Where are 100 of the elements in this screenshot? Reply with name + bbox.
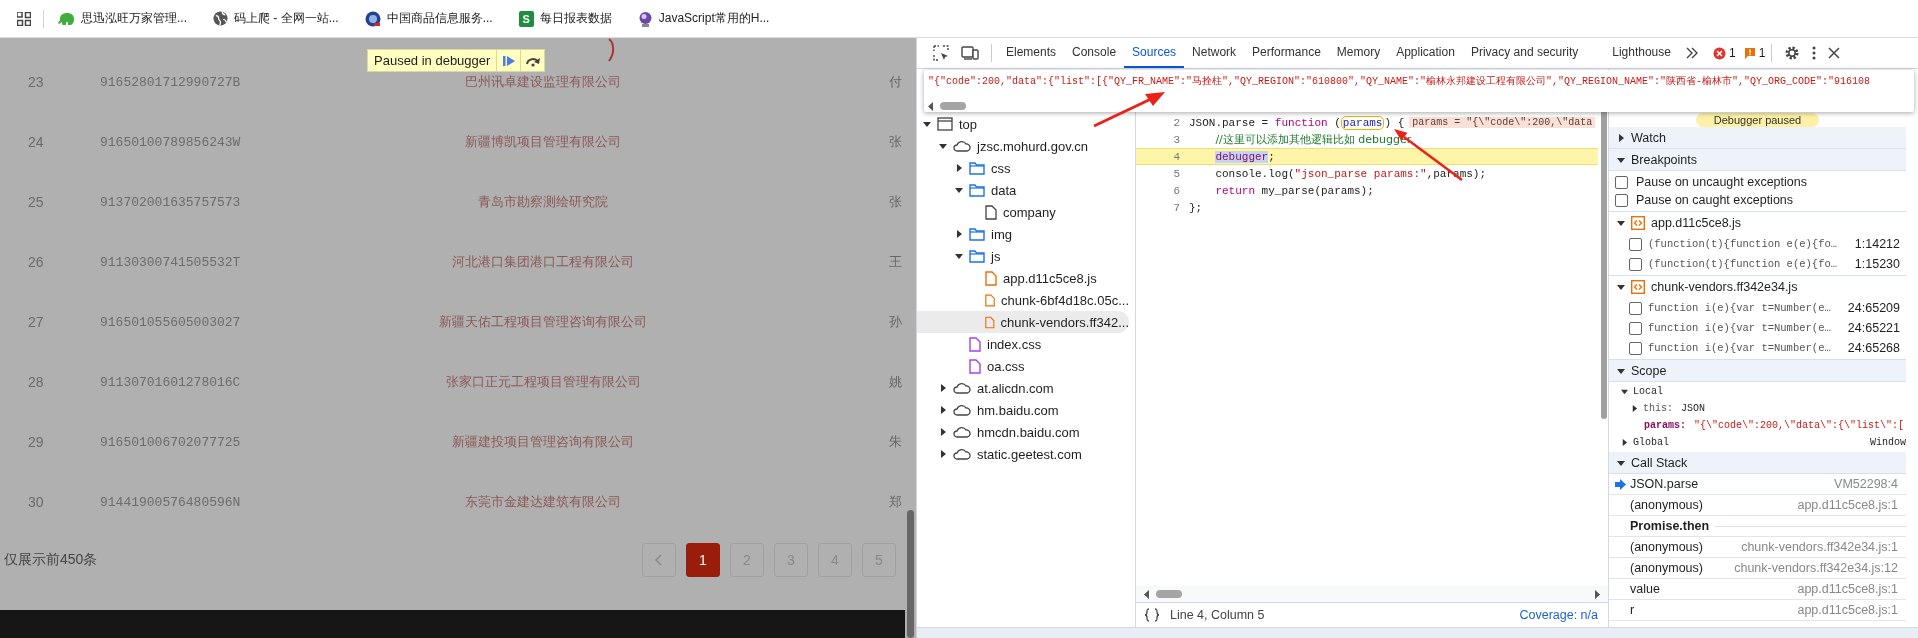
call-frame[interactable]: JSON.parse VM52298:4 — [1609, 474, 1906, 495]
disclosure-triangle-icon[interactable] — [939, 142, 947, 150]
bookmark[interactable]: 思迅泓旺万家管理... — [58, 10, 187, 27]
scroll-right-icon[interactable] — [1594, 589, 1600, 599]
section-header[interactable]: Watch — [1609, 127, 1906, 149]
disclosure-triangle-icon[interactable] — [923, 120, 931, 128]
file-tree-item[interactable]: chunk-vendors.ff342... — [917, 311, 1129, 333]
disclosure-triangle-icon[interactable] — [1617, 155, 1625, 164]
panel-tab[interactable]: Memory — [1328, 38, 1389, 68]
call-frame[interactable]: (anonymous) chunk-vendors.ff342e34.js:1 — [1609, 537, 1906, 558]
disclosure-triangle-icon[interactable] — [1617, 458, 1625, 467]
table-cell-text: 孙 — [888, 313, 902, 331]
disclosure-triangle-icon[interactable] — [939, 450, 947, 458]
panel-tab[interactable]: Elements — [998, 38, 1065, 68]
sheet-icon: S — [518, 10, 534, 27]
credit-code: 913702001635757573 — [99, 194, 242, 210]
file-tree-item[interactable]: css — [917, 157, 1129, 179]
file-tree-item[interactable]: js — [917, 245, 1129, 267]
code-token: my_parse(params); — [1260, 184, 1374, 197]
checkbox[interactable] — [1629, 301, 1642, 315]
code-token: debugger — [1215, 150, 1269, 163]
section-header[interactable]: Scope — [1609, 360, 1906, 382]
bookmark[interactable]: 中国商品信息服务... — [364, 10, 493, 27]
error-count[interactable]: 1 — [1712, 46, 1736, 60]
disclosure-triangle-icon[interactable] — [955, 164, 963, 172]
bookmark[interactable]: JavaScript常用的H... — [637, 10, 770, 27]
disclosure-triangle-icon[interactable] — [939, 406, 947, 414]
row-number: 30 — [28, 494, 45, 510]
apps-grid-icon[interactable] — [17, 11, 31, 26]
checkbox[interactable] — [1629, 257, 1642, 271]
file-tree-item[interactable]: app.d11c5ce8.js — [917, 267, 1129, 289]
file-tree-item[interactable]: data — [917, 179, 1129, 201]
file-tree-item[interactable]: oa.css — [917, 355, 1129, 377]
disclosure-triangle-icon[interactable] — [1621, 439, 1628, 446]
more-tabs-icon[interactable] — [1684, 47, 1699, 59]
scrollbar-thumb[interactable] — [1156, 590, 1182, 598]
file-tree-item[interactable]: chunk-6bf4d18c.05c... — [917, 289, 1129, 311]
checkbox[interactable] — [1629, 237, 1642, 251]
scrollbar[interactable] — [1136, 586, 1608, 602]
scroll-left-icon[interactable] — [1144, 589, 1150, 599]
disclosure-triangle-icon[interactable] — [939, 428, 947, 436]
more-options-icon[interactable] — [1812, 46, 1817, 60]
scroll-left-icon[interactable] — [928, 101, 934, 111]
warning-count[interactable]: 1 — [1743, 46, 1766, 60]
section-header[interactable]: Breakpoints — [1609, 149, 1906, 171]
checkbox[interactable] — [1629, 321, 1642, 335]
section-header[interactable]: Call Stack — [1609, 452, 1906, 474]
disclosure-triangle-icon[interactable] — [1617, 283, 1625, 291]
panel-tab[interactable]: Privacy and security — [1462, 38, 1587, 68]
file-tree-item[interactable]: hm.baidu.com — [917, 399, 1129, 421]
file-tree-item[interactable]: hmcdn.baidu.com — [917, 421, 1129, 443]
row-number: 27 — [28, 314, 45, 330]
line-number: 7 — [1172, 201, 1181, 214]
disclosure-triangle-icon[interactable] — [1617, 219, 1625, 227]
tree-label: chunk-vendors.ff342... — [1000, 314, 1129, 330]
page-button[interactable]: 1 — [686, 543, 720, 577]
close-icon[interactable] — [1828, 47, 1841, 59]
file-tree-item[interactable]: company — [917, 201, 1129, 223]
disclosure-triangle-icon[interactable] — [1617, 133, 1625, 142]
file-tree-item[interactable]: at.alicdn.com — [917, 377, 1129, 399]
coverage-link[interactable]: Coverage: n/a — [1519, 608, 1598, 622]
settings-icon[interactable] — [1784, 45, 1801, 61]
checkbox[interactable] — [1615, 175, 1628, 189]
pretty-print-icon[interactable] — [1144, 608, 1160, 622]
panel-tab[interactable]: Performance — [1244, 38, 1329, 68]
file-tree-item[interactable]: static.geetest.com — [917, 443, 1129, 465]
breakpoint-location: 1:15230 — [1854, 257, 1900, 271]
code-file-icon — [1631, 216, 1645, 230]
checkbox[interactable] — [1629, 341, 1642, 355]
breakpoint-code: function i(e){var t=Number(e… — [1648, 322, 1831, 334]
disclosure-triangle-icon[interactable] — [939, 384, 947, 392]
disclosure-triangle-icon[interactable] — [955, 186, 963, 194]
disclosure-triangle-icon[interactable] — [1621, 388, 1628, 395]
device-toolbar-icon[interactable] — [961, 45, 979, 61]
file-tree-item[interactable]: jzsc.mohurd.gov.cn — [917, 135, 1129, 157]
panel-tab[interactable]: Console — [1064, 38, 1125, 68]
file-tree-item[interactable]: index.css — [917, 333, 1129, 355]
call-frame[interactable]: r app.d11c5ce8.js:1 — [1609, 600, 1906, 621]
checkbox[interactable] — [1615, 193, 1628, 207]
scrollbar-thumb[interactable] — [940, 102, 966, 110]
panel-tab[interactable]: Application — [1388, 38, 1463, 68]
breakpoint-code: function i(e){var t=Number(e… — [1648, 302, 1831, 314]
disclosure-triangle-icon[interactable] — [955, 252, 963, 260]
inspect-icon[interactable] — [933, 45, 949, 61]
credit-code: 91650100789856243W — [99, 134, 242, 150]
call-frame[interactable]: value app.d11c5ce8.js:1 — [1609, 579, 1906, 600]
bookmark[interactable]: S 每日报表数据 — [518, 10, 612, 27]
code-token: function — [1274, 116, 1328, 129]
call-frame[interactable]: (anonymous) chunk-vendors.ff342e34.js:12 — [1609, 558, 1906, 579]
bookmark[interactable]: 码上爬 - 全网一站... — [213, 10, 339, 27]
file-tree-item[interactable]: img — [917, 223, 1129, 245]
breakpoint-location: 24:65268 — [1847, 341, 1900, 355]
panel-tab[interactable]: Network — [1184, 38, 1245, 68]
disclosure-triangle-icon[interactable] — [955, 230, 963, 238]
disclosure-triangle-icon[interactable] — [1617, 366, 1625, 375]
panel-tab[interactable]: Sources — [1124, 38, 1185, 68]
disclosure-triangle-icon[interactable] — [1631, 405, 1638, 412]
panel-tab[interactable]: Lighthouse — [1604, 38, 1679, 68]
call-frame[interactable]: (anonymous) app.d11c5ce8.js:1 — [1609, 495, 1906, 516]
file-tree-item[interactable]: top — [917, 113, 1129, 135]
